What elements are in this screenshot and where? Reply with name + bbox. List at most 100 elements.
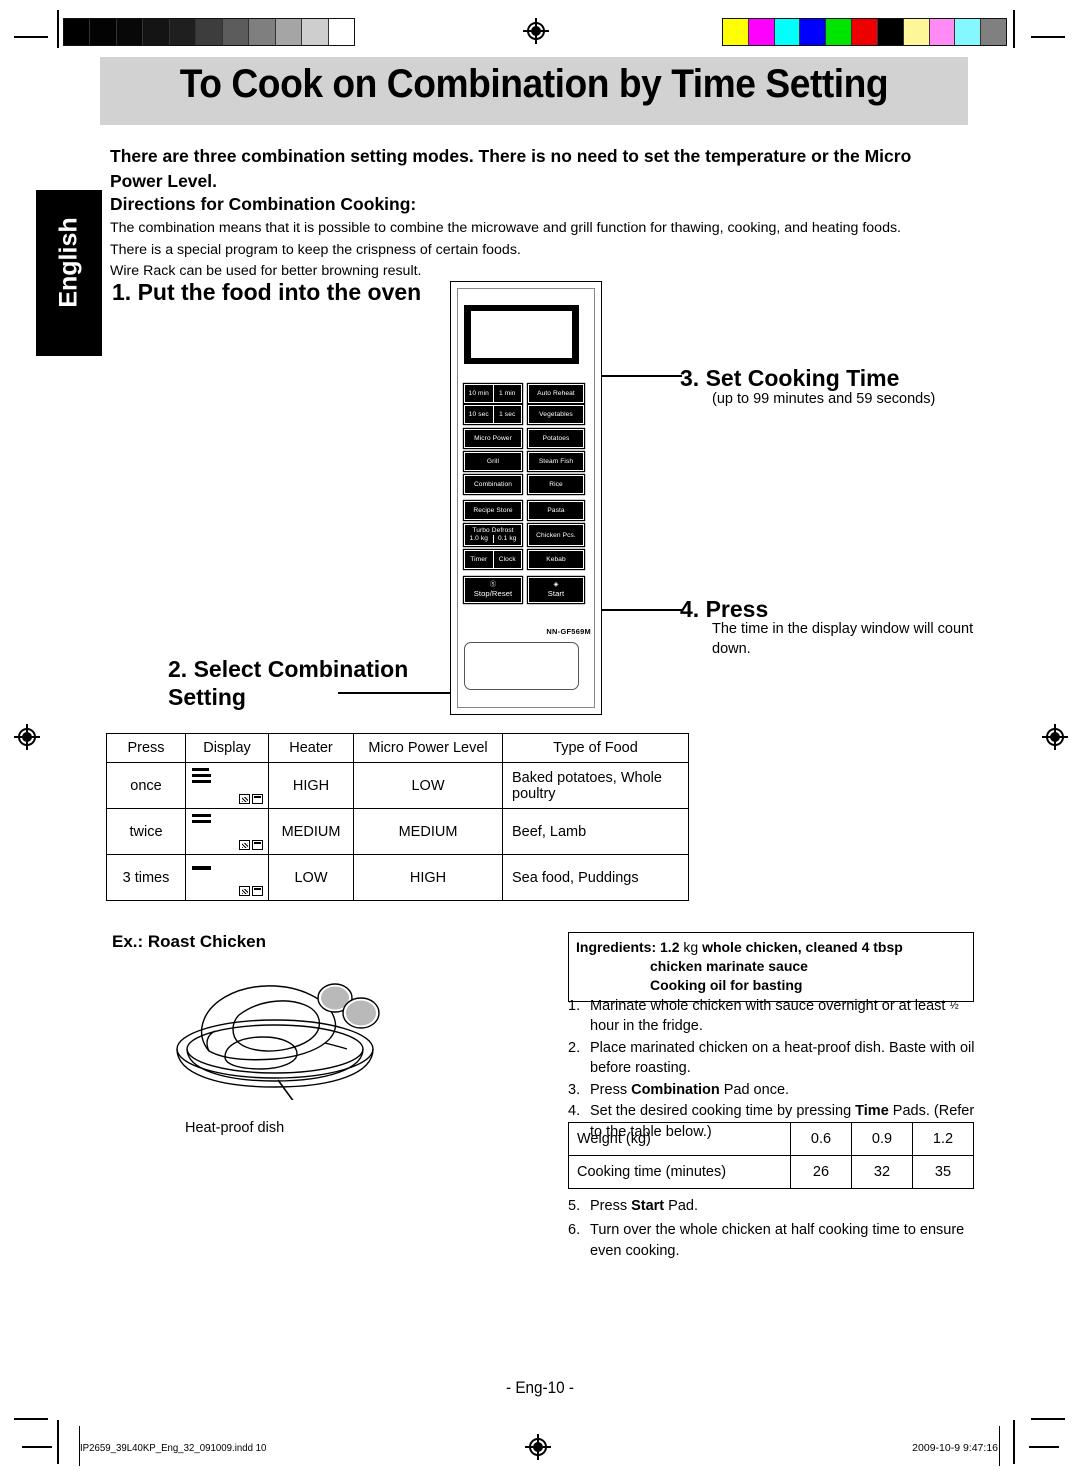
- ingredients-label: Ingredients:: [576, 939, 657, 955]
- step-2-heading: 2. Select Combination Setting: [168, 655, 408, 711]
- gray-patch-9: [302, 19, 329, 45]
- row-label-cooking-time: Cooking time (minutes): [568, 1155, 791, 1189]
- door-handle-area: [464, 642, 579, 690]
- gray-patch-5: [196, 19, 223, 45]
- list-item: 3. Press Combination Pad once.: [568, 1080, 980, 1100]
- half-fraction: ½: [949, 999, 959, 1012]
- color-patch-8: [929, 19, 956, 45]
- pad-start-label: Start: [547, 588, 565, 598]
- combination-table-body: once HIGH LOW Baked potatoes, Whole poul…: [106, 762, 689, 901]
- ingredients-line-1: Ingredients: 1.2 kg whole chicken, clean…: [576, 938, 966, 957]
- cell-micro-power: MEDIUM: [353, 808, 503, 855]
- microwave-wave-icon: [239, 840, 250, 850]
- footer-file-name: IP2659_39L40KP_Eng_32_091009.indd 10: [80, 1442, 267, 1454]
- crop-mark-tr-v: [1013, 10, 1015, 48]
- pad-pasta[interactable]: Pasta: [528, 501, 584, 520]
- cell-food: Baked potatoes, Whole poultry: [502, 762, 689, 809]
- microwave-wave-icon: [239, 886, 250, 896]
- color-patch-1: [748, 19, 775, 45]
- language-tab: English: [36, 190, 102, 356]
- intro-lead-text: There are three combination setting mode…: [110, 146, 912, 191]
- step-2-line-2: Setting: [168, 684, 246, 711]
- list-item: 1. Marinate whole chicken with sauce ove…: [568, 996, 980, 1037]
- pad-turbo-defrost[interactable]: Turbo Defrost 1.0 kg 0.1 kg: [464, 524, 522, 546]
- registration-mark-bottom: [525, 1434, 551, 1460]
- display-bars-icon: [192, 814, 211, 826]
- directions-body: The combination means that it is possibl…: [110, 218, 970, 283]
- pad-timer-clock[interactable]: Timer Clock: [464, 550, 522, 569]
- gray-patch-3: [143, 19, 170, 45]
- pad-micro-power[interactable]: Micro Power: [464, 429, 522, 448]
- display-window-glass: [471, 311, 572, 358]
- pad-10sec-label: 10 sec: [468, 411, 489, 418]
- row-label-weight: Weight (kg): [568, 1122, 791, 1156]
- gray-patch-7: [249, 19, 276, 45]
- pad-chicken-pcs[interactable]: Chicken Pcs.: [528, 524, 584, 546]
- color-patch-7: [903, 19, 930, 45]
- pad-kebab[interactable]: Kebab: [528, 550, 584, 569]
- gray-patch-4: [169, 19, 197, 45]
- cell-food: Sea food, Puddings: [502, 854, 689, 901]
- cell-weight-2: 1.2: [912, 1122, 974, 1156]
- pad-vegetables-label: Vegetables: [539, 411, 573, 418]
- pad-time-seconds[interactable]: 10 sec 1 sec: [464, 405, 522, 424]
- col-heater: Heater: [268, 733, 354, 763]
- directions-line-1: The combination means that it is possibl…: [110, 220, 902, 236]
- gray-patch-10: [328, 19, 354, 45]
- example-steps-list: 1. Marinate whole chicken with sauce ove…: [568, 996, 980, 1143]
- step-number: 3.: [568, 1081, 581, 1098]
- pad-rice[interactable]: Rice: [528, 475, 584, 494]
- page-title: To Cook on Combination by Time Setting: [179, 62, 889, 106]
- cell-food: Beef, Lamb: [502, 808, 689, 855]
- pad-combination[interactable]: Combination: [464, 475, 522, 494]
- crop-mark-bl-v: [57, 1420, 59, 1464]
- pad-10min-label: 10 min: [468, 390, 489, 397]
- start-pad-ref: Start: [631, 1198, 665, 1214]
- crop-mark-tr-h: [1031, 36, 1065, 38]
- col-display: Display: [185, 733, 269, 763]
- pad-grill[interactable]: Grill: [464, 452, 522, 471]
- pad-micro-power-label: Micro Power: [474, 435, 512, 442]
- cell-weight-0: 0.6: [790, 1122, 852, 1156]
- ingredients-line-3: Cooking oil for basting: [650, 977, 803, 994]
- chicken-neck: [324, 1042, 348, 1050]
- pad-time-minutes[interactable]: 10 min 1 min: [464, 384, 522, 403]
- pad-auto-reheat-label: Auto Reheat: [537, 390, 575, 397]
- pad-vegetables[interactable]: Vegetables: [528, 405, 584, 424]
- gray-patch-0: [64, 19, 91, 45]
- step-3-heading: 3. Set Cooking Time: [680, 365, 900, 391]
- example-title: Ex.: Roast Chicken: [112, 932, 266, 951]
- cell-press: twice: [106, 808, 186, 855]
- grill-heater-icon: [252, 886, 263, 896]
- pad-1min-label: 1 min: [492, 385, 522, 402]
- color-patch-0: [723, 19, 749, 45]
- step-text: Marinate whole chicken with sauce overni…: [590, 998, 959, 1035]
- color-patch-3: [800, 19, 827, 45]
- step-number: 4.: [568, 1103, 581, 1120]
- step-number: 2.: [568, 1039, 581, 1056]
- ingredients-box: Ingredients: 1.2 kg whole chicken, clean…: [568, 932, 974, 1003]
- cell-press: 3 times: [106, 854, 186, 901]
- cell-time-2: 35: [912, 1155, 974, 1189]
- step-4-subtext: The time in the display window will coun…: [712, 621, 974, 657]
- grill-heater-icon: [252, 840, 263, 850]
- display-bars-icon: [192, 866, 211, 873]
- dish-rim-outer: [176, 1019, 374, 1079]
- crop-mark-tl-h: [14, 36, 48, 38]
- pad-recipe-store[interactable]: Recipe Store: [464, 501, 522, 520]
- pad-start[interactable]: ◈ Start: [528, 577, 584, 603]
- table-row: twice MEDIUM MEDIUM Beef, Lamb: [106, 808, 689, 855]
- color-patch-10: [981, 19, 1006, 45]
- drumstick-front-fill: [346, 1000, 376, 1026]
- cell-heater: HIGH: [268, 762, 354, 809]
- list-item: 2. Place marinated chicken on a heat-pro…: [568, 1038, 980, 1079]
- pad-auto-reheat[interactable]: Auto Reheat: [528, 384, 584, 403]
- pad-1sec-label: 1 sec: [492, 406, 522, 423]
- roast-chicken-illustration: [176, 983, 380, 1100]
- control-panel-diagram: 10 min 1 min 10 sec 1 sec Micro Power Gr…: [450, 281, 602, 715]
- cooking-time-table-body: Weight (kg) 0.6 0.9 1.2 Cooking time (mi…: [568, 1122, 974, 1189]
- pad-potatoes[interactable]: Potatoes: [528, 429, 584, 448]
- pad-steam-fish[interactable]: Steam Fish: [528, 452, 584, 471]
- step-2-line-1: 2. Select Combination: [168, 656, 409, 682]
- pad-stop-reset[interactable]: Ⓢ Stop/Reset: [464, 577, 522, 603]
